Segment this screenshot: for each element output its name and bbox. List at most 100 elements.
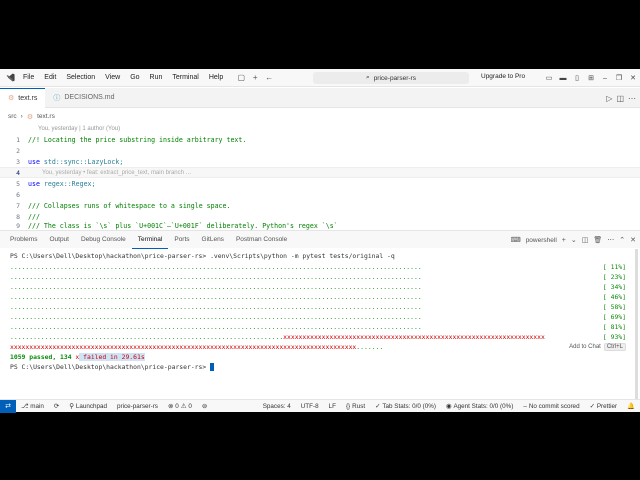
commit-label: No commit scored [528,402,580,410]
tab-decisions-md[interactable]: ⓘ DECISIONS.md [45,88,122,108]
status-bar: ⇄ ⎇ main ⟳ ⚲ Launchpad price-parser-rs ⊗ 0 ⚠… [0,399,640,413]
trash-icon[interactable]: 🗑 [593,236,602,244]
code-keyword: use [28,157,40,166]
upgrade-button[interactable]: Upgrade to Pro [481,73,525,80]
code-editor[interactable]: You, yesterday | 1 author (You) 1 //! Lo… [0,124,640,230]
tab-ports[interactable]: Ports [168,231,195,249]
breadcrumb: src › ⚙ text.rs [0,110,55,123]
menu-help[interactable]: Help [204,69,228,87]
braces-icon: {} [345,402,351,410]
branch-icon: ⎇ [21,402,29,410]
code-text: /// The class is `\s` plus `U+001C`–`U+0… [28,222,338,230]
terminal-output[interactable]: PS C:\Users\Dell\Desktop\hackathon\price… [0,249,640,399]
new-terminal-icon[interactable]: + [562,237,566,244]
split-terminal-icon[interactable]: ◫ [582,236,589,244]
command-center-search[interactable]: ⌕ price-parser-rs [313,72,469,84]
chat-icon[interactable]: ▢ [234,73,248,82]
minimize-icon[interactable]: – [598,75,612,82]
status-sync[interactable]: ⟳ [49,403,64,410]
line-number: 3 [16,157,20,166]
rust-file-icon: ⚙ [8,95,15,102]
more-actions-icon[interactable]: ⋯ [628,94,636,103]
status-encoding[interactable]: UTF-8 [296,403,324,410]
breadcrumb-file[interactable]: text.rs [37,113,55,120]
status-project[interactable]: price-parser-rs [112,403,163,410]
more-icon[interactable]: ⋯ [607,236,614,244]
status-branch[interactable]: ⎇ main [16,403,49,410]
progress-percent: [ 93%] [602,333,626,341]
menu-go[interactable]: Go [125,69,144,87]
check-icon: ✓ [375,402,381,410]
panel-actions: ⌨ powershell + ⌄ ◫ 🗑 ⋯ ⌃ ✕ [511,231,636,249]
close-window-icon[interactable]: ✕ [626,74,640,82]
editor-actions: ▷ ◫ ⋯ [606,88,636,108]
add-to-chat-hint[interactable]: Add to Chat Ctrl+L [567,343,628,351]
progress-percent: [ 69%] [602,313,626,321]
line-number: 8 [16,212,20,221]
maximize-panel-icon[interactable]: ⌃ [619,236,625,244]
inline-blame: You, yesterday • feat: extract_price_tex… [42,169,192,176]
menu-terminal[interactable]: Terminal [167,69,203,87]
status-tab-stats[interactable]: ✓ Tab Stats: 0/0 (0%) [370,403,441,410]
menu-file[interactable]: File [18,69,39,87]
tab-postman-console[interactable]: Postman Console [230,231,293,249]
add-to-chat-label: Add to Chat [569,344,601,350]
status-language[interactable]: {} Rust [341,403,370,410]
command-center-label: price-parser-rs [373,74,416,82]
progress-dots-row: ........................................… [10,323,422,331]
chevron-right-icon: › [20,113,23,120]
tab-text-rs[interactable]: ⚙ text.rs [0,87,46,108]
menu-edit[interactable]: Edit [39,69,61,87]
progress-dots-row: ........................................… [10,283,422,291]
code-text: //! Locating the price substring inside … [28,135,247,144]
run-icon[interactable]: ▷ [606,94,612,103]
menu-view[interactable]: View [100,69,125,87]
status-notifications[interactable]: 🔔 [622,402,640,410]
menu-run[interactable]: Run [145,69,168,87]
status-commit[interactable]: – No commit scored [518,403,584,410]
bell-icon: 🔔 [627,403,635,410]
add-icon[interactable]: + [248,73,262,82]
remote-icon[interactable]: ⇄ [0,399,16,413]
code-text: /// [28,212,40,221]
toggle-secondary-sidebar-icon[interactable]: ▯ [570,74,584,82]
status-launchpad[interactable]: ⚲ Launchpad [64,403,112,410]
status-eol[interactable]: LF [324,403,341,410]
tab-problems[interactable]: Problems [4,231,43,249]
breadcrumb-src[interactable]: src [8,113,17,120]
menu-selection[interactable]: Selection [61,69,100,87]
status-ports[interactable]: ⊚ [197,403,212,410]
sync-icon: ⟳ [53,402,60,410]
terminal-prompt[interactable]: PS C:\Users\Dell\Desktop\hackathon\price… [10,362,215,372]
vscode-window: File Edit Selection View Go Run Terminal… [0,69,640,413]
back-arrow-icon[interactable]: ← [262,73,276,82]
tab-gitlens[interactable]: GitLens [196,231,230,249]
progress-mixed-row: ........................................… [10,333,545,341]
status-indentation[interactable]: Spaces: 4 [258,403,296,410]
status-problems[interactable]: ⊗ 0 ⚠ 0 [163,403,197,410]
prettier-label: Prettier [596,402,618,410]
chevron-down-icon[interactable]: ⌄ [571,236,577,244]
code-line: 8 /// [0,211,640,222]
summary-passed: 1059 passed, 134 [10,353,72,361]
restore-icon[interactable]: ❐ [612,74,626,82]
tab-debug-console[interactable]: Debug Console [75,231,132,249]
code-text: std::sync::LazyLock; [39,157,124,166]
tab-terminal[interactable]: Terminal [131,231,169,249]
markdown-file-icon: ⓘ [53,94,61,102]
toggle-sidebar-icon[interactable]: ▭ [542,74,556,82]
progress-dots-row: ........................................… [10,313,422,321]
close-panel-icon[interactable]: ✕ [630,236,636,244]
split-editor-icon[interactable]: ◫ [616,94,624,103]
tab-output[interactable]: Output [43,231,75,249]
toggle-panel-icon[interactable]: ▬ [556,75,570,82]
terminal-scrollbar[interactable] [635,249,638,399]
layout-icon[interactable]: ⊞ [584,74,598,82]
status-agent-stats[interactable]: ◉ Agent Stats: 0/0 (0%) [441,403,518,410]
codelens-blame[interactable]: You, yesterday | 1 author (You) [38,126,120,132]
status-prettier[interactable]: ✓ Prettier [585,403,623,410]
progress-fail-row: xxxxxxxxxxxxxxxxxxxxxxxxxxxxxxxxxxxxxxxx… [10,343,384,351]
line-number: 6 [16,190,20,199]
shell-name[interactable]: powershell [526,237,557,244]
terminal-cursor [210,363,215,371]
